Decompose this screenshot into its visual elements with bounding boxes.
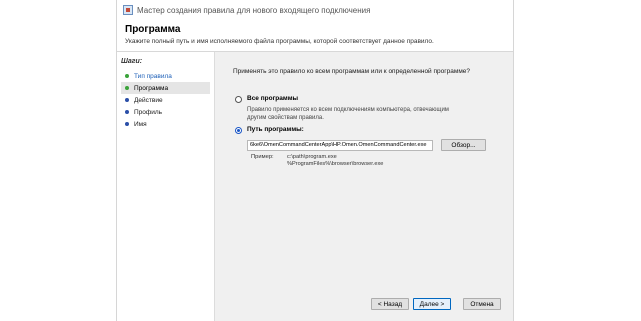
step-program[interactable]: Программа: [121, 82, 210, 94]
step-label: Профиль: [134, 108, 163, 116]
step-name: Имя: [121, 118, 210, 130]
wizard-header: Программа Укажите полный путь и имя испо…: [117, 20, 513, 52]
step-completed-dot-icon: [125, 74, 129, 78]
program-path-label[interactable]: Путь программы:: [247, 126, 304, 133]
step-label: Имя: [134, 120, 147, 128]
all-programs-radio[interactable]: [235, 96, 242, 103]
step-pending-dot-icon: [125, 122, 129, 126]
example-line: %ProgramFiles%\browser\browser.exe: [287, 160, 384, 167]
step-pending-dot-icon: [125, 98, 129, 102]
all-programs-label[interactable]: Все программы: [247, 95, 298, 102]
step-current-dot-icon: [125, 86, 129, 90]
step-label: Действие: [134, 96, 163, 104]
step-action: Действие: [121, 94, 210, 106]
steps-title: Шаги:: [121, 58, 143, 65]
back-button[interactable]: < Назад: [371, 298, 409, 310]
content-pane: Применять это правило ко всем программам…: [215, 52, 515, 321]
next-button[interactable]: Далее >: [413, 298, 451, 310]
page-title: Программа: [125, 24, 181, 35]
all-programs-description: Правило применяется ко всем подключениям…: [247, 107, 449, 121]
program-path-radio[interactable]: [235, 127, 242, 134]
step-label: Тип правила: [134, 72, 172, 80]
step-profile: Профиль: [121, 106, 210, 118]
example-paths: c:\path\program.exe %ProgramFiles%\brows…: [287, 154, 383, 167]
browse-button[interactable]: Обзор...: [441, 139, 486, 151]
firewall-app-icon: [123, 5, 133, 15]
wizard-window: Мастер создания правила для нового входя…: [116, 0, 514, 321]
step-label: Программа: [134, 84, 169, 92]
step-pending-dot-icon: [125, 110, 129, 114]
question-text: Применять это правило ко всем программам…: [233, 68, 471, 75]
page-subtitle: Укажите полный путь и имя исполняемого ф…: [125, 38, 434, 45]
window-title: Мастер создания правила для нового входя…: [137, 5, 371, 15]
program-path-input[interactable]: 6ke6\OmenCommandCenterApp\HP.Omen.OmenCo…: [247, 140, 433, 151]
steps-sidebar: Шаги: Тип правила Программа Действие Про…: [117, 52, 215, 321]
step-rule-type[interactable]: Тип правила: [121, 70, 210, 82]
title-bar: Мастер создания правила для нового входя…: [117, 0, 513, 20]
example-label: Пример:: [251, 154, 274, 160]
cancel-button[interactable]: Отмена: [463, 298, 501, 310]
